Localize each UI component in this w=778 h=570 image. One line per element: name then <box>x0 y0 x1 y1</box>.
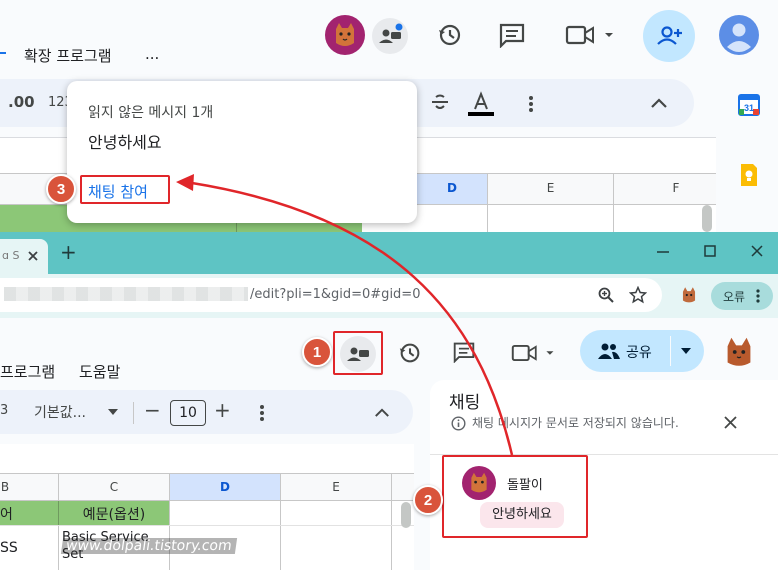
annotation-arrow <box>176 174 514 456</box>
step-marker-3: 3 <box>46 174 76 204</box>
step-marker-1: 1 <box>302 337 332 367</box>
step-marker-2: 2 <box>413 485 443 515</box>
